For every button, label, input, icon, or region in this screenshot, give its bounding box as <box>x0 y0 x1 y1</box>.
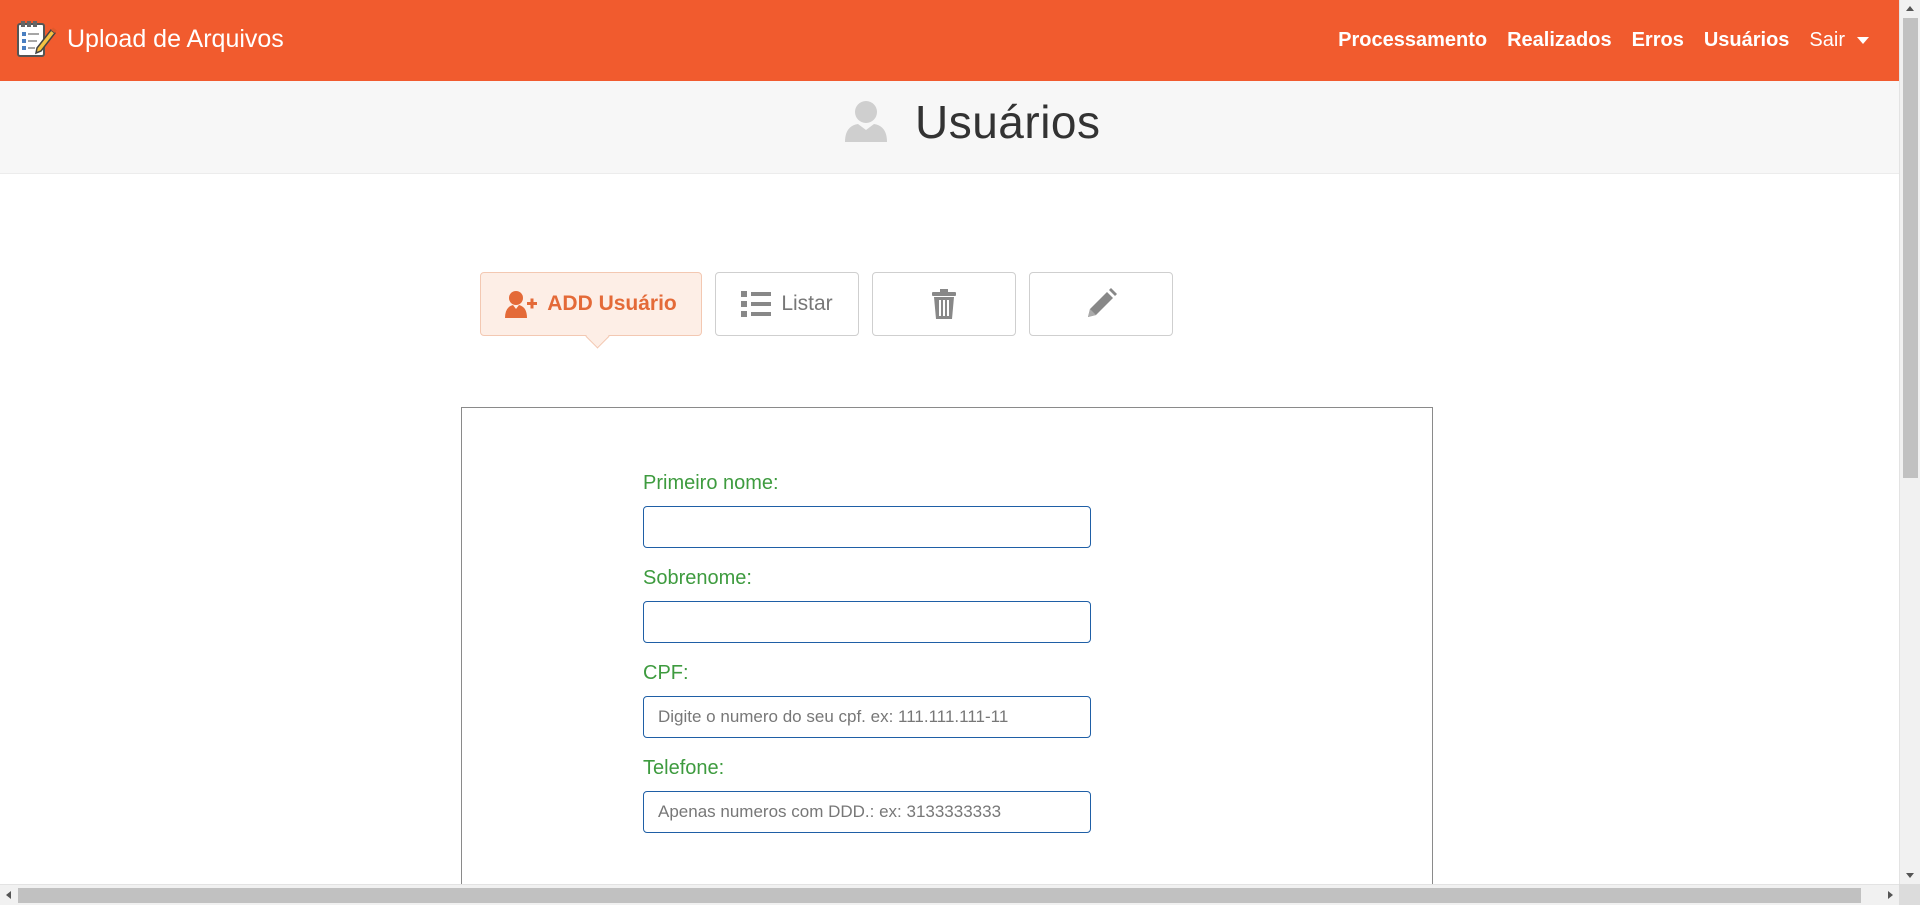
nav-item-realizados[interactable]: Realizados <box>1507 29 1611 52</box>
horizontal-scroll-thumb[interactable] <box>18 888 1861 903</box>
brand[interactable]: Upload de Arquivos <box>15 18 284 60</box>
cpf-input[interactable] <box>643 696 1091 738</box>
user-form-panel: Primeiro nome: Sobrenome: CPF: Telefone: <box>461 407 1433 884</box>
scrollbar-corner <box>1899 884 1920 905</box>
nav-item-erros[interactable]: Erros <box>1632 29 1684 52</box>
first-name-label: Primeiro nome: <box>643 472 779 494</box>
phone-input[interactable] <box>643 791 1091 833</box>
user-icon <box>845 101 887 142</box>
vertical-scroll-thumb[interactable] <box>1903 18 1918 478</box>
list-button[interactable]: Listar <box>715 272 859 336</box>
list-label: Listar <box>781 292 833 315</box>
trash-icon <box>932 289 956 319</box>
field-phone: Telefone: <box>643 757 1093 833</box>
add-user-icon <box>505 291 538 318</box>
sair-label: Sair <box>1809 29 1845 51</box>
add-user-label: ADD Usuário <box>547 292 677 315</box>
add-user-form: Primeiro nome: Sobrenome: CPF: Telefone: <box>643 472 1093 852</box>
scroll-up-icon[interactable] <box>1906 6 1914 11</box>
nav-item-processamento[interactable]: Processamento <box>1338 29 1487 52</box>
user-actions-toolbar: ADD Usuário Listar <box>480 272 1186 336</box>
page-viewport: Upload de Arquivos Processamento Realiza… <box>0 0 1899 884</box>
nav-item-usuarios[interactable]: Usuários <box>1704 29 1790 52</box>
edit-button[interactable] <box>1029 272 1173 336</box>
list-icon <box>741 291 772 317</box>
caret-down-icon <box>1857 37 1869 44</box>
title-wrap: Usuários <box>845 95 1101 149</box>
delete-button[interactable] <box>872 272 1016 336</box>
app-title: Upload de Arquivos <box>67 24 284 53</box>
document-edit-icon <box>17 21 57 57</box>
field-cpf: CPF: <box>643 662 1093 738</box>
last-name-label: Sobrenome: <box>643 567 752 589</box>
nav-menu: Processamento Realizados Erros Usuários … <box>1318 0 1869 81</box>
top-navbar: Upload de Arquivos Processamento Realiza… <box>0 0 1899 81</box>
sair-dropdown[interactable]: Sair <box>1809 29 1869 52</box>
field-last-name: Sobrenome: <box>643 567 1093 643</box>
scroll-down-icon[interactable] <box>1906 873 1914 878</box>
vertical-scrollbar[interactable] <box>1899 0 1920 884</box>
first-name-input[interactable] <box>643 506 1091 548</box>
field-first-name: Primeiro nome: <box>643 472 1093 548</box>
page-header: Usuários <box>0 81 1899 174</box>
phone-label: Telefone: <box>643 757 725 779</box>
scroll-left-icon[interactable] <box>6 891 11 899</box>
page-title: Usuários <box>915 96 1101 148</box>
last-name-input[interactable] <box>643 601 1091 643</box>
pencil-icon <box>1088 288 1117 317</box>
scroll-right-icon[interactable] <box>1888 891 1893 899</box>
horizontal-scrollbar[interactable] <box>0 884 1899 905</box>
add-user-button[interactable]: ADD Usuário <box>480 272 702 336</box>
cpf-label: CPF: <box>643 662 689 684</box>
